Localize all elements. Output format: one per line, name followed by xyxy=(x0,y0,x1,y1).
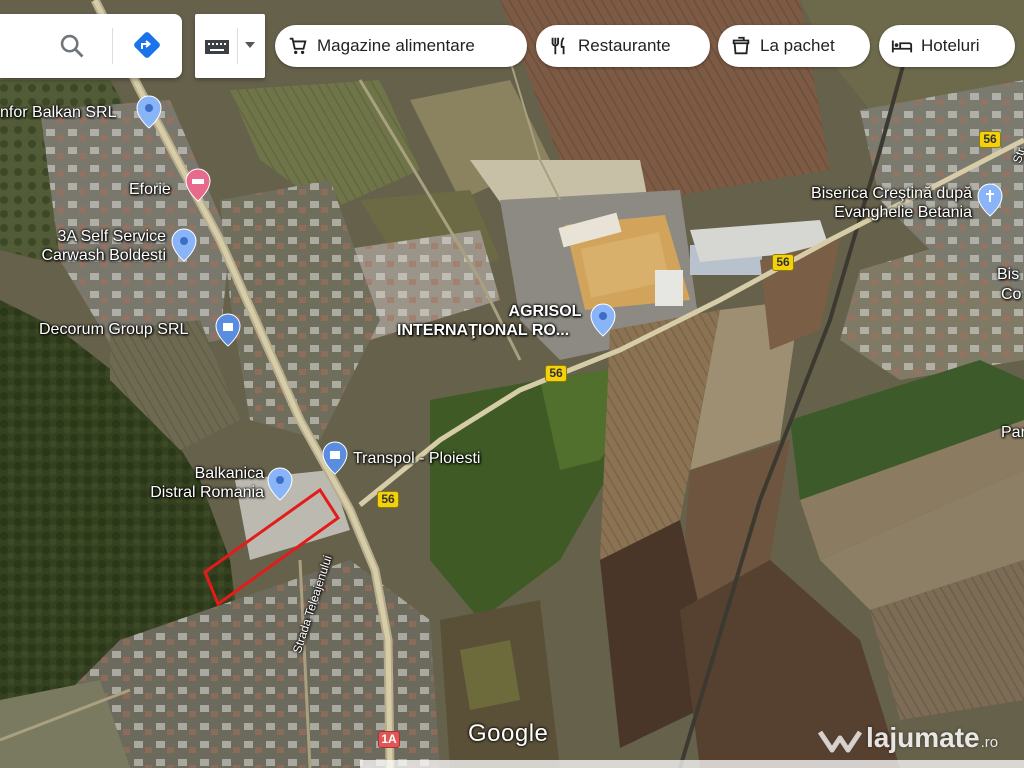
place-marker-carwash[interactable] xyxy=(171,228,197,262)
filter-chip-restaurants[interactable]: Restaurante xyxy=(536,25,710,67)
place-label-bis-1: Bis xyxy=(997,266,1020,283)
watermark-tld: .ro xyxy=(980,734,999,751)
road-shield-56: 56 xyxy=(979,131,1001,148)
takeout-bag-icon xyxy=(732,36,750,55)
place-marker-biserica[interactable] xyxy=(977,183,1003,217)
place-label-biserica-2: Evanghelie Betania xyxy=(834,204,972,221)
lajumate-logo-icon xyxy=(818,730,862,753)
place-marker-comfor[interactable] xyxy=(136,95,162,129)
place-label-agrisol-2: INTERNAŢIONAL RO... xyxy=(397,322,570,339)
input-tools-button[interactable] xyxy=(195,14,265,78)
shop-marker-transpol[interactable] xyxy=(322,441,348,475)
place-label-biserica-1: Biserica Creştină după xyxy=(811,185,972,202)
search-divider xyxy=(112,28,113,64)
road-shield-1a: 1A xyxy=(378,731,400,748)
hotel-marker-eforie[interactable] xyxy=(185,168,211,202)
place-label-bis-2: Co xyxy=(1001,286,1022,303)
filter-chip-groceries[interactable]: Magazine alimentare xyxy=(275,25,527,67)
filter-chip-label: Hoteluri xyxy=(921,36,980,55)
fork-knife-icon xyxy=(551,37,565,55)
place-label-balkanica-1: Balkanica xyxy=(194,465,264,482)
keyboard-icon xyxy=(205,40,229,54)
search-icon[interactable] xyxy=(58,32,86,60)
lajumate-watermark: lajumate .ro xyxy=(818,722,998,754)
search-input[interactable] xyxy=(6,34,54,60)
road-shield-56: 56 xyxy=(772,254,794,271)
map-markers xyxy=(136,95,1003,501)
filter-chip-takeout[interactable]: La pachet xyxy=(718,25,870,67)
road-shield-56: 56 xyxy=(377,491,399,508)
search-box[interactable] xyxy=(0,14,182,78)
filter-chip-label: La pachet xyxy=(760,36,835,55)
watermark-text: lajumate xyxy=(866,722,980,753)
cart-icon xyxy=(289,37,307,55)
place-label-carwash-1: 3A Self Service xyxy=(57,228,167,245)
place-label-decorum: Decorum Group SRL xyxy=(39,321,189,338)
directions-icon[interactable] xyxy=(130,28,164,62)
place-label-carwash-2: Carwash Boldesti xyxy=(41,247,167,264)
place-label-transpol: Transpol - Ploiesti xyxy=(353,450,481,467)
map-attribution-bar xyxy=(360,760,1024,768)
shop-marker-decorum[interactable] xyxy=(215,313,241,347)
place-label-comfor: nfor Balkan SRL xyxy=(0,104,117,121)
place-label-balkanica-2: Distral Romania xyxy=(150,484,264,501)
filter-chip-hotels[interactable]: Hoteluri xyxy=(879,25,1015,67)
road-shield-56: 56 xyxy=(545,365,567,382)
filter-chip-label: Restaurante xyxy=(578,36,671,55)
place-marker-balkanica[interactable] xyxy=(267,467,293,501)
place-label-par: Par xyxy=(1001,424,1024,441)
input-tools-divider xyxy=(237,28,238,64)
bed-icon xyxy=(891,40,913,53)
chevron-down-icon[interactable] xyxy=(245,42,255,48)
google-logo: Google xyxy=(468,720,549,747)
place-label-agrisol-1: AGRISOL xyxy=(508,303,582,320)
place-label-eforie: Eforie xyxy=(129,181,171,198)
filter-chip-label: Magazine alimentare xyxy=(317,36,475,55)
